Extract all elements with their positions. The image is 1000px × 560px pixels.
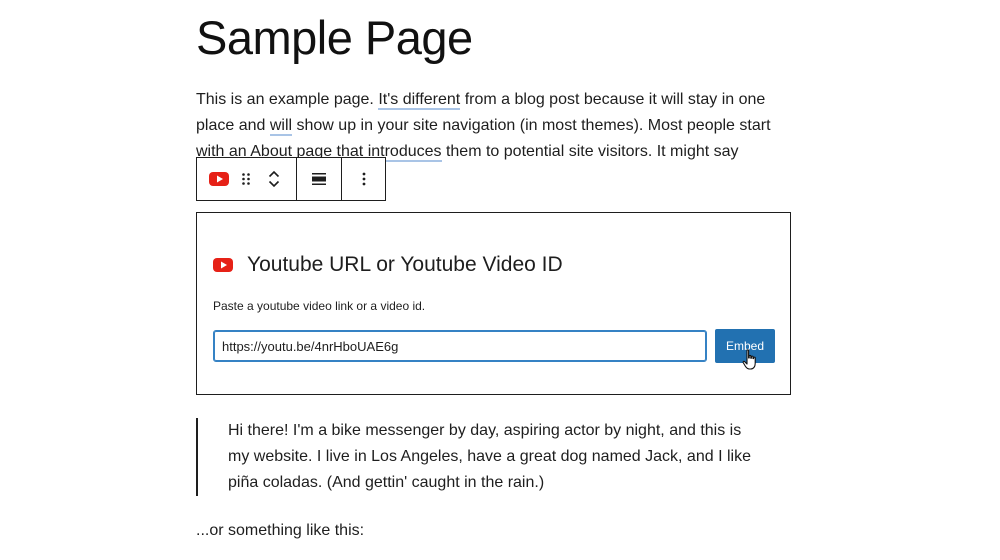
block-toolbar-group-options	[341, 158, 385, 200]
youtube-embed-placeholder: Youtube URL or Youtube Video ID Paste a …	[196, 212, 791, 395]
embed-instructions: Paste a youtube video link or a video id…	[213, 299, 426, 313]
spellcheck-word: will	[269, 117, 293, 136]
hand-pointer-cursor-icon	[742, 349, 756, 370]
align-button[interactable]	[311, 158, 327, 200]
quote-line: piña coladas. (And gettin' caught in the…	[228, 474, 545, 491]
block-toolbar	[196, 157, 386, 201]
intro-paragraph[interactable]: This is an example page. It's different …	[196, 87, 796, 165]
text-segment: This is an example page.	[196, 91, 379, 108]
text-segment: from a blog post because it will stay in…	[460, 91, 766, 108]
intro-line: This is an example page. It's different …	[196, 87, 796, 113]
text-segment: show up in your site navigation (in most…	[292, 117, 771, 134]
spellcheck-word: It's different	[378, 91, 461, 110]
embed-header: Youtube URL or Youtube Video ID	[213, 253, 563, 277]
youtube-icon	[213, 258, 233, 272]
embed-label: Youtube URL or Youtube Video ID	[247, 253, 563, 276]
text-segment: place and	[196, 117, 270, 134]
intro-line: place and will show up in your site navi…	[196, 113, 796, 139]
drag-handle-button[interactable]	[231, 158, 261, 200]
quote-block[interactable]: Hi there! I'm a bike messenger by day, a…	[196, 418, 766, 496]
block-mover	[261, 158, 287, 200]
more-options-button[interactable]	[362, 158, 366, 200]
drag-handle-icon	[242, 173, 250, 185]
chevron-up-icon[interactable]	[268, 170, 280, 178]
more-options-icon	[362, 172, 365, 186]
block-type-button[interactable]	[207, 158, 231, 200]
youtube-url-input[interactable]	[213, 330, 707, 362]
quote-line: my website. I live in Los Angeles, have …	[228, 448, 751, 465]
youtube-icon	[209, 172, 229, 186]
align-icon	[312, 173, 326, 185]
quote-line: Hi there! I'm a bike messenger by day, a…	[228, 422, 742, 439]
outro-paragraph[interactable]: ...or something like this:	[196, 518, 796, 544]
block-toolbar-group-align	[296, 158, 341, 200]
block-toolbar-group-block	[197, 158, 296, 200]
text-segment: them to potential site visitors. It migh…	[441, 143, 739, 160]
page-title[interactable]: Sample Page	[196, 10, 473, 65]
chevron-down-icon[interactable]	[268, 180, 280, 188]
